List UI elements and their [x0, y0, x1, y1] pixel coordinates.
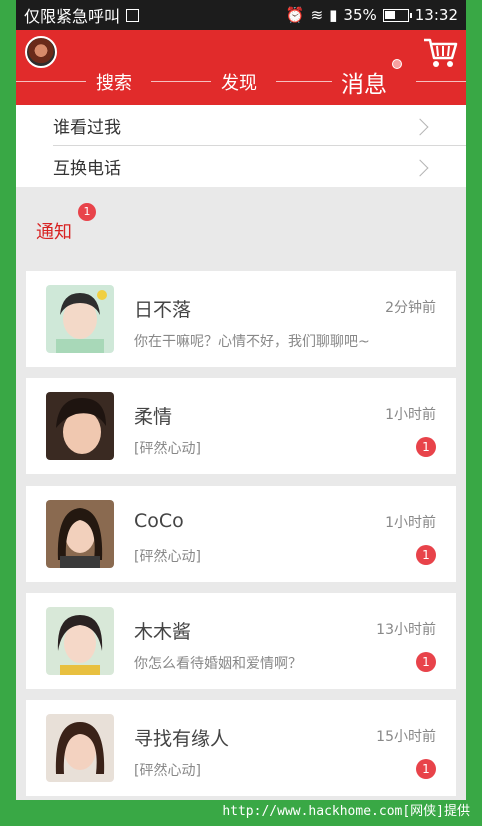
- message-item[interactable]: 寻找有缘人 15小时前 [砰然心动] 1: [26, 700, 456, 796]
- new-indicator-dot: [392, 59, 402, 69]
- notice-section-header: 通知 1: [16, 187, 466, 269]
- message-item[interactable]: 木木酱 13小时前 你怎么看待婚姻和爱情啊？ 1: [26, 593, 456, 689]
- nav-divider: [416, 81, 466, 82]
- unread-badge: 1: [416, 545, 436, 565]
- avatar: [46, 714, 114, 782]
- carrier-label: 仅限紧急呼叫: [24, 3, 286, 27]
- avatar: [46, 500, 114, 568]
- status-icons: ⏰ ≋ ▮ 35% 13:32: [286, 6, 458, 24]
- tab-search[interactable]: 搜索: [96, 69, 132, 95]
- carrier-text: 仅限紧急呼叫: [24, 7, 121, 26]
- menu-list: 谁看过我 互换电话: [16, 105, 466, 187]
- sim-icon: [126, 8, 140, 22]
- tab-messages[interactable]: 消息: [341, 65, 387, 99]
- battery-percent: 35%: [343, 6, 377, 24]
- clock: 13:32: [414, 6, 458, 24]
- message-preview: 你怎么看待婚姻和爱情啊？: [134, 656, 302, 672]
- message-item[interactable]: 日不落 2分钟前 你在干嘛呢？心情不好，我们聊聊吧~: [26, 271, 456, 367]
- status-bar: 仅限紧急呼叫 ⏰ ≋ ▮ 35% 13:32: [16, 0, 466, 30]
- message-time: 2分钟前: [385, 300, 436, 316]
- phone-screen: 仅限紧急呼叫 ⏰ ≋ ▮ 35% 13:32 搜索 发现 消息 谁看过我 互换电…: [16, 0, 466, 800]
- contact-name: 日不落: [134, 299, 192, 321]
- tab-discover[interactable]: 发现: [221, 69, 257, 95]
- app-header: 搜索 发现 消息: [16, 30, 466, 105]
- avatar: [46, 285, 114, 353]
- unread-badge: 1: [416, 437, 436, 457]
- signal-icon: ▮: [329, 6, 338, 24]
- message-item[interactable]: 柔情 1小时前 [砰然心动] 1: [26, 378, 456, 474]
- message-time: 1小时前: [385, 407, 436, 423]
- message-preview: [砰然心动]: [134, 549, 201, 565]
- wifi-icon: ≋: [310, 6, 324, 24]
- nav-divider: [276, 81, 332, 82]
- nav-divider: [151, 81, 211, 82]
- avatar: [46, 607, 114, 675]
- message-time: 1小时前: [385, 515, 436, 531]
- battery-icon: [382, 8, 412, 22]
- message-time: 13小时前: [376, 622, 436, 638]
- menu-item-label: 互换电话: [53, 159, 121, 179]
- menu-item-label: 谁看过我: [53, 117, 121, 138]
- message-time: 15小时前: [376, 729, 436, 745]
- unread-badge: 1: [416, 759, 436, 779]
- contact-name: 寻找有缘人: [134, 728, 230, 750]
- contact-name: CoCo: [134, 510, 184, 532]
- message-item[interactable]: CoCo 1小时前 [砰然心动] 1: [26, 486, 456, 582]
- notice-count-badge: 1: [78, 203, 96, 221]
- avatar: [46, 392, 114, 460]
- menu-item-who-viewed-me[interactable]: 谁看过我: [53, 105, 466, 146]
- message-preview: [砰然心动]: [134, 763, 201, 779]
- message-preview: 你在干嘛呢？心情不好，我们聊聊吧~: [134, 334, 370, 350]
- message-preview: [砰然心动]: [134, 441, 201, 457]
- alarm-icon: ⏰: [285, 6, 305, 24]
- cart-icon[interactable]: [422, 36, 458, 70]
- notice-title: 通知: [36, 222, 72, 243]
- menu-item-exchange-phone[interactable]: 互换电话: [53, 146, 466, 187]
- unread-badge: 1: [416, 652, 436, 672]
- my-avatar[interactable]: [25, 36, 57, 68]
- contact-name: 柔情: [134, 406, 173, 428]
- nav-divider: [16, 81, 86, 82]
- contact-name: 木木酱: [134, 621, 192, 643]
- watermark-text: http://www.hackhome.com[网侠]提供: [0, 800, 482, 826]
